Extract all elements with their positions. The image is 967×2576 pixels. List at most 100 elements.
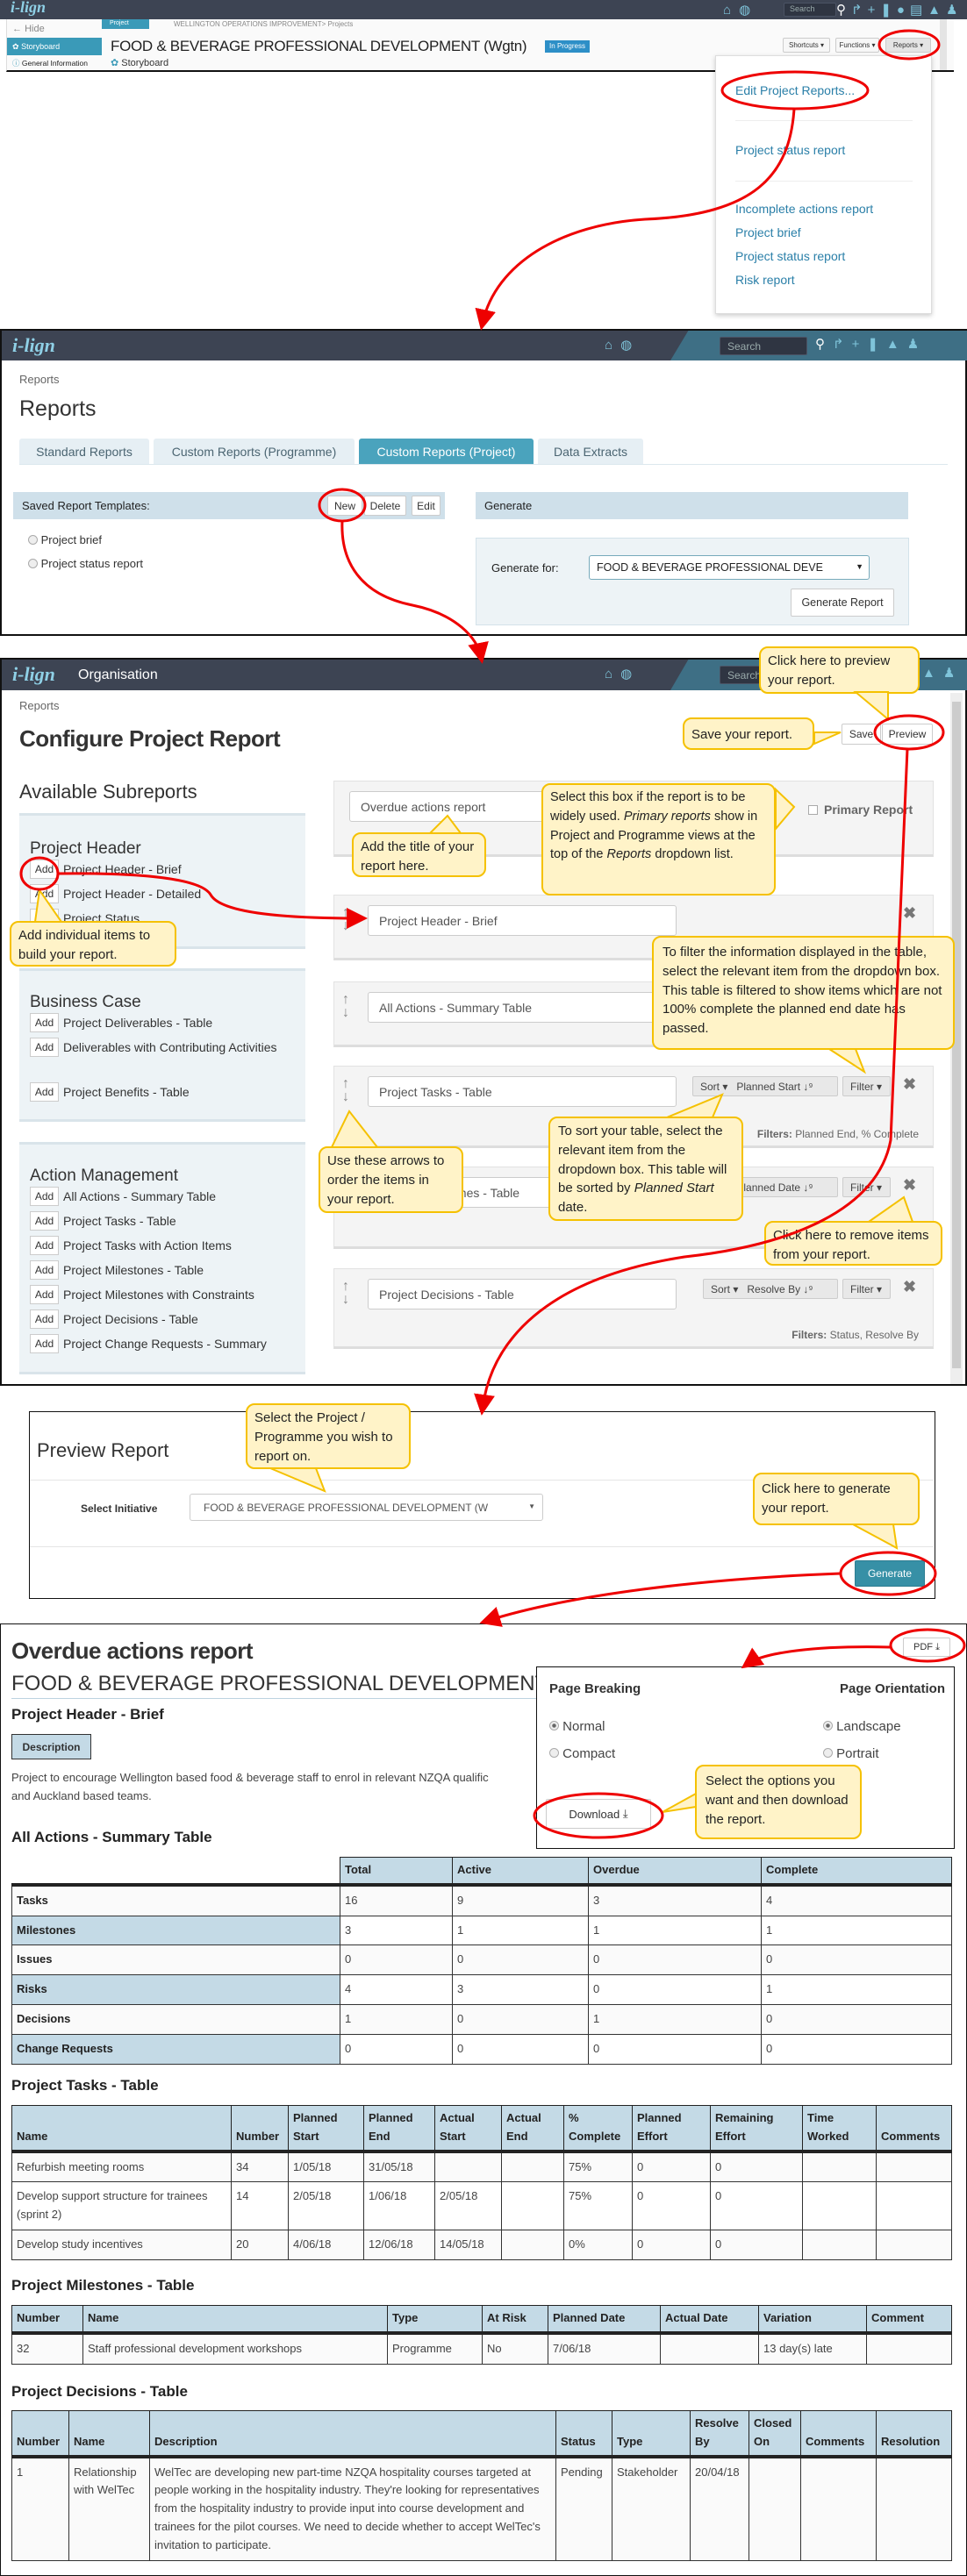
menu-item[interactable]: Risk report	[735, 273, 795, 287]
add-subreport-button[interactable]: Add	[30, 884, 59, 903]
menu-item[interactable]: Project brief	[735, 225, 801, 239]
move-down-arrow-icon[interactable]: ↓	[340, 1293, 352, 1307]
reorder-arrows[interactable]: ↑↓	[340, 993, 352, 1020]
tab-standard-reports[interactable]: Standard Reports	[19, 439, 149, 465]
add-subreport-button[interactable]: Add	[30, 1309, 59, 1329]
comment-icon[interactable]: ●	[897, 3, 905, 18]
reorder-arrows[interactable]: ↑↓	[340, 906, 352, 933]
move-down-arrow-icon[interactable]: ↓	[340, 1090, 352, 1104]
tab-custom-reports-project-[interactable]: Custom Reports (Project)	[359, 439, 534, 465]
report-item-name-input[interactable]: All Actions - Summary Table	[368, 992, 677, 1023]
add-subreport-button[interactable]: Add	[30, 1187, 59, 1206]
template-radio-item[interactable]: Project status report	[28, 557, 143, 570]
search-icon[interactable]: ⚲	[815, 336, 825, 352]
radio-button[interactable]	[28, 559, 38, 568]
add-subreport-button[interactable]: Add	[30, 860, 59, 879]
share-icon[interactable]: ↱	[833, 336, 844, 352]
generate-button[interactable]: Generate	[855, 1560, 925, 1587]
plus-icon[interactable]: +	[868, 3, 876, 18]
new-template-button[interactable]: New	[327, 496, 362, 516]
menu-item[interactable]: Project status report	[735, 143, 845, 157]
reports-button[interactable]: Reports ▾	[885, 38, 931, 53]
home-icon[interactable]: ⌂	[605, 667, 612, 681]
report-item-name-input[interactable]: Project Header - Brief	[368, 905, 677, 936]
menu-item[interactable]: Project status report	[735, 249, 845, 263]
radio-button[interactable]	[28, 535, 38, 545]
bell-icon[interactable]: ▲	[922, 666, 935, 681]
bell-icon[interactable]: ▲	[928, 3, 941, 18]
search-icon[interactable]: ⚲	[836, 2, 846, 18]
filter-dropdown[interactable]: Filter ▾	[842, 1177, 891, 1197]
move-down-arrow-icon[interactable]: ↓	[340, 1006, 352, 1020]
radio-unselected[interactable]	[823, 1748, 833, 1758]
reorder-arrows[interactable]: ↑↓	[340, 1077, 352, 1104]
ilign-logo[interactable]: i-lign	[11, 0, 46, 17]
radio-compact[interactable]: Compact	[549, 1746, 615, 1761]
add-subreport-button[interactable]: Add	[30, 1334, 59, 1353]
primary-report-checkbox[interactable]	[808, 805, 818, 815]
move-up-arrow-icon[interactable]: ↑	[340, 993, 352, 1007]
sort-dropdown[interactable]: Sort ▾ Planned Start ↓⁹	[692, 1076, 838, 1096]
radio-unselected[interactable]	[549, 1748, 559, 1758]
move-down-arrow-icon[interactable]: ↓	[340, 919, 352, 933]
remove-item-icon[interactable]: ✖	[903, 1176, 916, 1195]
search-input[interactable]: Search	[784, 3, 836, 17]
tab-custom-reports-programme-[interactable]: Custom Reports (Programme)	[154, 439, 355, 465]
ilign-logo[interactable]: i-lign	[12, 663, 55, 686]
remove-item-icon[interactable]: ✖	[903, 1075, 916, 1094]
bookmark-icon[interactable]: ❚	[867, 336, 878, 352]
home-icon[interactable]: ⌂	[723, 3, 731, 18]
menu-item[interactable]: Incomplete actions report	[735, 202, 873, 216]
report-item-name-input[interactable]: Project Decisions - Table	[368, 1279, 677, 1309]
organisation-label[interactable]: Organisation	[78, 667, 158, 683]
delete-template-button[interactable]: Delete	[364, 496, 406, 516]
document-icon[interactable]: ▤	[910, 2, 922, 18]
add-subreport-button[interactable]: Add	[30, 1082, 59, 1102]
edit-template-button[interactable]: Edit	[412, 496, 441, 516]
pdf-button[interactable]: PDF ⤓	[903, 1638, 950, 1657]
add-subreport-button[interactable]: Add	[30, 1236, 59, 1255]
globe-icon[interactable]: ◍	[620, 337, 632, 353]
radio-normal[interactable]: Normal	[549, 1719, 605, 1734]
add-subreport-button[interactable]: Add	[30, 1013, 59, 1032]
sort-dropdown[interactable]: Sort ▾ Resolve By ↓⁹	[703, 1279, 838, 1299]
hide-sidebar-button[interactable]: ← Hide	[12, 24, 45, 34]
user-icon[interactable]: ♟	[946, 2, 957, 18]
generate-report-button[interactable]: Generate Report	[791, 589, 894, 617]
radio-landscape[interactable]: Landscape	[823, 1719, 901, 1734]
generate-for-select[interactable]: FOOD & BEVERAGE PROFESSIONAL DEVE ▼	[589, 555, 870, 580]
breadcrumb[interactable]: WELLINGTON OPERATIONS IMPROVEMENT> Proje…	[174, 20, 353, 28]
remove-item-icon[interactable]: ✖	[903, 1278, 916, 1296]
breadcrumb[interactable]: Reports	[19, 699, 60, 712]
radio-selected[interactable]	[823, 1721, 833, 1730]
share-icon[interactable]: ↱	[851, 2, 863, 18]
filter-dropdown[interactable]: Filter ▾	[842, 1279, 891, 1299]
menu-item-edit-project-reports[interactable]: Edit Project Reports...	[735, 83, 855, 97]
select-initiative-dropdown[interactable]: FOOD & BEVERAGE PROFESSIONAL DEVELOPMENT…	[190, 1494, 543, 1521]
home-icon[interactable]: ⌂	[605, 338, 612, 353]
radio-portrait[interactable]: Portrait	[823, 1746, 879, 1761]
add-subreport-button[interactable]: Add	[30, 1285, 59, 1304]
add-subreport-button[interactable]: Add	[30, 1211, 59, 1231]
functions-button[interactable]: Functions ▾	[835, 38, 879, 53]
move-up-arrow-icon[interactable]: ↑	[340, 1280, 352, 1294]
preview-button[interactable]: Preview	[882, 724, 933, 745]
filter-dropdown[interactable]: Filter ▾	[842, 1076, 891, 1096]
shortcuts-button[interactable]: Shortcuts ▾	[783, 38, 830, 53]
ilign-logo[interactable]: i-lign	[12, 334, 55, 357]
scrollbar[interactable]	[940, 19, 947, 70]
add-subreport-button[interactable]: Add	[30, 1038, 59, 1057]
user-icon[interactable]: ♟	[907, 336, 919, 352]
report-item-name-input[interactable]: Project Tasks - Table	[368, 1076, 677, 1107]
tab-data-extracts[interactable]: Data Extracts	[538, 439, 643, 465]
move-up-arrow-icon[interactable]: ↑	[340, 906, 352, 920]
bell-icon[interactable]: ▲	[886, 337, 899, 352]
sidebar-item-general-information[interactable]: ⓘ General Information	[7, 58, 102, 68]
plus-icon[interactable]: +	[852, 337, 860, 352]
remove-item-icon[interactable]: ✖	[903, 904, 916, 923]
globe-icon[interactable]: ◍	[739, 2, 750, 18]
breadcrumb[interactable]: Reports	[19, 373, 60, 386]
template-radio-item[interactable]: Project brief	[28, 533, 102, 546]
add-subreport-button[interactable]: Add	[30, 1260, 59, 1280]
user-icon[interactable]: ♟	[943, 665, 955, 681]
